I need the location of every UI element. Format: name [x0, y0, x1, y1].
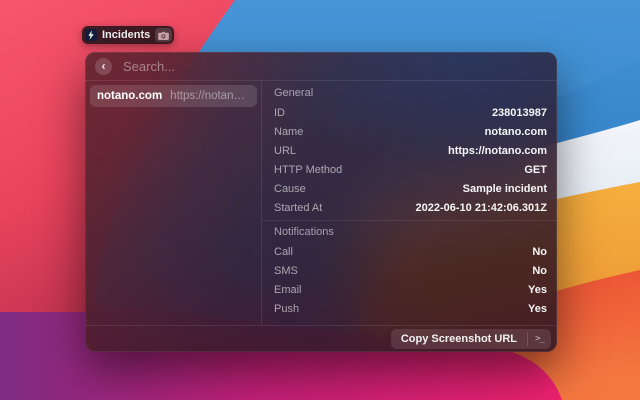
row-label: Push [274, 303, 299, 315]
row-http-method: HTTP Method GET [274, 160, 547, 179]
row-value: GET [524, 164, 547, 176]
row-label: HTTP Method [274, 164, 342, 176]
incidents-window: ‹ notano.com https://notano.com General … [85, 52, 557, 352]
row-label: SMS [274, 265, 298, 277]
row-name: Name notano.com [274, 122, 547, 141]
row-value: Sample incident [463, 183, 547, 195]
row-push: Push Yes [274, 299, 547, 318]
row-value: 238013987 [492, 107, 547, 119]
row-value: notano.com [485, 126, 547, 138]
row-cause: Cause Sample incident [274, 179, 547, 198]
chevron-left-icon: ‹ [102, 60, 106, 72]
bolt-app-icon [85, 29, 97, 41]
row-email: Email Yes [274, 280, 547, 299]
camera-keycap[interactable] [155, 28, 172, 42]
terminal-prompt-icon: >_ [528, 329, 551, 349]
row-started-at: Started At 2022-06-10 21:42:06.301Z [274, 198, 547, 217]
row-id: ID 238013987 [274, 103, 547, 122]
camera-icon [158, 31, 169, 40]
row-call: Call No [274, 242, 547, 261]
section-title: Notifications [274, 223, 547, 242]
row-label: Started At [274, 202, 322, 214]
search-input[interactable] [121, 58, 547, 75]
row-url: URL https://notano.com [274, 141, 547, 160]
row-value: 2022-06-10 21:42:06.301Z [416, 202, 547, 214]
monitor-name: notano.com [97, 90, 162, 102]
list-item-notano[interactable]: notano.com https://notano.com [90, 85, 257, 107]
incidents-pill[interactable]: Incidents [82, 26, 174, 44]
row-label: Call [274, 246, 293, 258]
incident-detail-panel: General ID 238013987 Name notano.com URL… [262, 81, 557, 325]
copy-screenshot-url-button[interactable]: Copy Screenshot URL >_ [391, 329, 551, 349]
row-value: Yes [528, 284, 547, 296]
row-value: No [532, 246, 547, 258]
row-label: URL [274, 145, 296, 157]
section-title: General [274, 84, 547, 103]
row-value: Yes [528, 303, 547, 315]
button-label: Copy Screenshot URL [391, 329, 527, 349]
action-bar: Copy Screenshot URL >_ [85, 325, 557, 352]
row-label: ID [274, 107, 285, 119]
search-bar: ‹ [85, 52, 557, 81]
back-button[interactable]: ‹ [95, 58, 112, 75]
section-notifications: Notifications Call No SMS No Email Yes P… [262, 220, 557, 318]
pill-label: Incidents [102, 26, 150, 44]
row-label: Email [274, 284, 302, 296]
section-general: General ID 238013987 Name notano.com URL… [274, 82, 547, 217]
monitor-list: notano.com https://notano.com [85, 81, 262, 325]
row-label: Cause [274, 183, 306, 195]
row-value: https://notano.com [448, 145, 547, 157]
monitor-url: https://notano.com [170, 90, 250, 102]
row-value: No [532, 265, 547, 277]
row-sms: SMS No [274, 261, 547, 280]
row-label: Name [274, 126, 303, 138]
